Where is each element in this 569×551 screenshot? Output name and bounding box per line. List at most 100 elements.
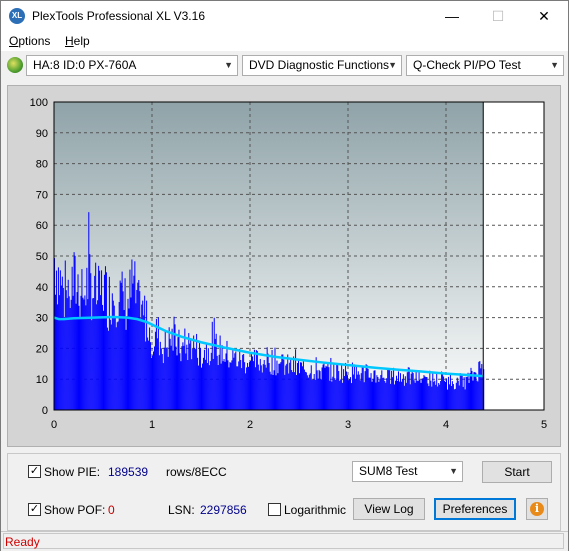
pie-bar bbox=[396, 375, 398, 410]
pie-bar bbox=[240, 359, 242, 410]
pie-bar bbox=[246, 367, 248, 410]
menu-help[interactable]: Help bbox=[65, 34, 90, 48]
pie-bar bbox=[276, 360, 278, 410]
pie-bar bbox=[180, 361, 182, 410]
pie-bar bbox=[286, 363, 288, 410]
pie-bar bbox=[466, 377, 468, 410]
pie-bar bbox=[92, 298, 94, 410]
pie-bar bbox=[183, 345, 185, 410]
pie-bar bbox=[475, 372, 477, 410]
pie-bar bbox=[231, 360, 233, 410]
x-tick-label: 1 bbox=[149, 419, 155, 431]
pie-bar bbox=[109, 319, 111, 410]
pie-bar bbox=[348, 379, 350, 410]
pie-bar bbox=[236, 366, 238, 410]
pie-bar bbox=[322, 364, 324, 410]
pie-bar bbox=[367, 368, 369, 410]
pie-bar bbox=[457, 380, 459, 410]
pie-bar bbox=[325, 365, 327, 410]
lsn-label: LSN: bbox=[168, 503, 195, 517]
pie-bar bbox=[462, 386, 464, 410]
pie-bar bbox=[463, 377, 465, 410]
pie-bar bbox=[332, 376, 334, 410]
pie-bar bbox=[434, 380, 436, 410]
pie-bar bbox=[345, 362, 347, 410]
show-pof-checkbox[interactable]: ✓ bbox=[28, 503, 41, 516]
info-button[interactable]: i bbox=[526, 498, 548, 520]
pie-bar bbox=[316, 370, 318, 410]
close-button[interactable]: ✕ bbox=[521, 1, 567, 31]
pie-bar bbox=[216, 355, 218, 410]
pie-bar bbox=[103, 310, 104, 410]
pie-bar bbox=[380, 375, 382, 410]
pie-bar bbox=[244, 362, 246, 410]
drive-select[interactable]: HA:8 ID:0 PX-760A ▼ bbox=[26, 55, 238, 76]
pie-bar bbox=[363, 382, 365, 410]
pie-bar bbox=[294, 372, 296, 410]
pie-bar bbox=[209, 361, 211, 410]
preferences-button[interactable]: Preferences bbox=[434, 498, 516, 520]
pie-bar bbox=[57, 267, 59, 410]
pie-bar bbox=[229, 362, 231, 410]
pie-bar bbox=[275, 375, 277, 410]
pie-bar bbox=[330, 357, 332, 410]
test-select[interactable]: Q-Check PI/PO Test ▼ bbox=[406, 55, 564, 76]
pie-bar bbox=[170, 345, 172, 410]
pie-bar bbox=[261, 372, 263, 410]
pie-bar bbox=[344, 376, 346, 410]
maximize-button[interactable]: ☐ bbox=[475, 1, 521, 31]
pie-bar bbox=[338, 371, 340, 410]
function-select[interactable]: DVD Diagnostic Functions ▼ bbox=[242, 55, 402, 76]
pie-bar bbox=[297, 363, 299, 410]
pie-bar bbox=[58, 295, 60, 410]
pie-bar bbox=[225, 353, 227, 410]
pie-bar bbox=[63, 316, 65, 410]
pie-bar bbox=[307, 377, 309, 410]
view-log-button[interactable]: View Log bbox=[353, 498, 425, 520]
pie-bar bbox=[435, 384, 437, 410]
pie-bar bbox=[382, 377, 384, 410]
pie-bar bbox=[412, 373, 414, 410]
pie-bar bbox=[211, 321, 213, 410]
pie-bar bbox=[169, 338, 171, 410]
pie-bar bbox=[242, 354, 244, 410]
pie-bar bbox=[304, 371, 306, 410]
pie-bar bbox=[74, 255, 76, 410]
pie-bar bbox=[90, 273, 92, 410]
pie-bar bbox=[413, 380, 415, 410]
pie-bar bbox=[423, 375, 425, 410]
pie-bar bbox=[202, 357, 204, 410]
minimize-button[interactable]: — bbox=[429, 1, 475, 31]
start-button[interactable]: Start bbox=[482, 461, 552, 483]
pie-bar bbox=[431, 386, 433, 410]
pie-bar bbox=[72, 295, 74, 410]
pie-bar bbox=[386, 378, 388, 410]
info-icon: i bbox=[530, 502, 544, 516]
pie-bar bbox=[98, 265, 100, 410]
pie-bar bbox=[144, 295, 146, 410]
pie-bar bbox=[315, 357, 317, 410]
pie-bar bbox=[238, 361, 240, 410]
pie-bar bbox=[133, 275, 135, 410]
pie-bar bbox=[452, 384, 454, 410]
pie-bar bbox=[193, 335, 195, 410]
sum8-test-select[interactable]: SUM8 Test ▼ bbox=[352, 461, 463, 482]
pie-bar bbox=[201, 363, 203, 410]
pie-bar bbox=[245, 373, 247, 410]
pie-bar bbox=[61, 276, 63, 410]
pie-bar bbox=[437, 386, 439, 410]
logarithmic-checkbox[interactable] bbox=[268, 503, 281, 516]
pie-bar bbox=[421, 378, 423, 410]
pie-bar bbox=[308, 374, 310, 410]
pie-bar bbox=[123, 310, 125, 410]
menu-options[interactable]: Options bbox=[9, 34, 50, 48]
pie-bar bbox=[394, 384, 396, 410]
pie-bar bbox=[71, 266, 73, 410]
pie-bar bbox=[264, 364, 266, 410]
pie-bar bbox=[305, 372, 307, 410]
pie-bar bbox=[355, 365, 357, 410]
pie-bar bbox=[159, 341, 161, 410]
show-pie-checkbox[interactable]: ✓ bbox=[28, 465, 41, 478]
pie-bar bbox=[167, 356, 169, 410]
pie-bar bbox=[417, 381, 419, 410]
